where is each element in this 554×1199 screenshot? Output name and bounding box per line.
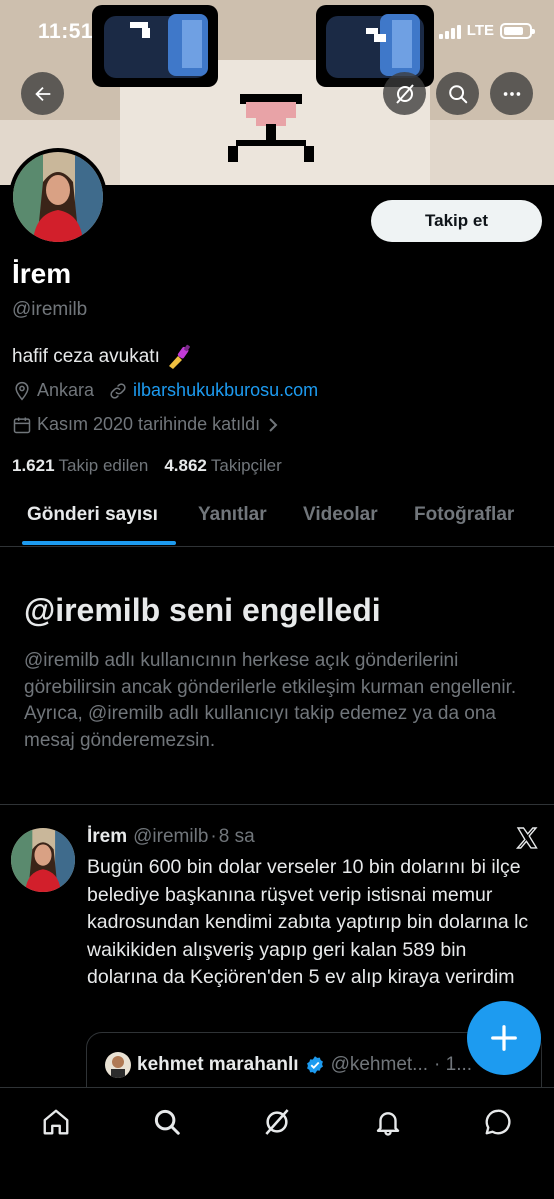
tab-posts[interactable]: Gönderi sayısı xyxy=(27,504,158,526)
nav-home[interactable] xyxy=(40,1106,72,1138)
website-link[interactable]: ilbarshukukburosu.com xyxy=(133,380,318,401)
compose-button[interactable] xyxy=(467,1001,541,1075)
avatar xyxy=(13,152,103,242)
nav-notifications[interactable] xyxy=(372,1106,404,1138)
messages-icon xyxy=(485,1109,511,1135)
following-count: 1.621 xyxy=(12,456,55,475)
tweet-separator: · xyxy=(210,826,217,847)
search-button[interactable] xyxy=(436,72,479,115)
status-time: 11:51 xyxy=(38,20,94,43)
active-tab-indicator xyxy=(22,541,176,545)
tab-photos[interactable]: Fotoğraflar xyxy=(414,504,514,526)
grok-button[interactable] xyxy=(383,72,426,115)
verified-badge-icon xyxy=(306,1056,323,1074)
grok-icon xyxy=(395,83,414,104)
followers-stat[interactable]: 4.862 Takipçiler xyxy=(164,456,281,476)
joined-row[interactable]: Kasım 2020 tarihinde katıldı xyxy=(12,414,285,435)
nav-search[interactable] xyxy=(151,1106,183,1138)
divider xyxy=(0,804,554,805)
nav-grok[interactable] xyxy=(261,1106,293,1138)
grok-icon xyxy=(265,1109,289,1135)
joined-text: Kasım 2020 tarihinde katıldı xyxy=(37,414,261,434)
tweet-time[interactable]: 8 sa xyxy=(219,826,255,848)
more-dots-icon xyxy=(503,91,520,96)
search-icon xyxy=(448,84,467,103)
profile-handle: @iremilb xyxy=(12,299,88,320)
search-icon xyxy=(154,1109,180,1135)
display-name: İrem xyxy=(12,258,72,289)
quoted-avatar xyxy=(105,1052,131,1078)
location-website-row: Ankara ilbarshukukburosu.com xyxy=(12,380,318,401)
chevron-right-icon xyxy=(266,416,280,434)
calendar-icon xyxy=(12,415,32,435)
bottom-navigation xyxy=(0,1087,554,1199)
tweet-text: Bugün 600 bin dolar verseler 10 bin dola… xyxy=(87,856,529,989)
followers-label: Takipçiler xyxy=(210,456,282,475)
followers-count: 4.862 xyxy=(164,456,207,475)
location-text: Ankara xyxy=(37,380,95,400)
tweet-avatar[interactable] xyxy=(11,828,75,892)
tweet-author-name[interactable]: İrem xyxy=(87,826,127,848)
tweet-author-handle[interactable]: @iremilb xyxy=(133,826,208,848)
quoted-author-handle: @kehmet... xyxy=(330,1054,429,1075)
network-label: LTE xyxy=(466,22,494,39)
profile-bio: hafif ceza avukatı xyxy=(12,344,192,370)
tweet-header: İrem @iremilb · 8 sa xyxy=(87,826,255,848)
home-icon xyxy=(43,1109,69,1135)
x-logo-icon xyxy=(515,826,539,855)
signal-icon xyxy=(438,23,461,39)
back-button[interactable] xyxy=(21,72,64,115)
arrow-left-icon xyxy=(34,86,50,101)
quoted-tweet-time: · 1... xyxy=(434,1054,473,1075)
following-label: Takip edilen xyxy=(58,456,149,475)
profile-avatar-frame[interactable] xyxy=(9,148,107,246)
location-icon xyxy=(12,381,32,401)
nav-messages[interactable] xyxy=(482,1106,514,1138)
profile-tabs: Gönderi sayısı Yanıtlar Videolar Fotoğra… xyxy=(0,490,554,547)
nail-polish-emoji xyxy=(168,344,190,369)
quoted-author-name: kehmet marahanlı xyxy=(137,1054,299,1075)
blocked-title: @iremilb seni engelledi xyxy=(24,592,381,628)
follow-stats: 1.621 Takip edilen 4.862 Takipçiler xyxy=(12,456,282,476)
notifications-icon xyxy=(376,1112,400,1136)
battery-icon xyxy=(500,22,535,39)
banner-left-eye xyxy=(92,5,218,87)
status-indicators: LTE xyxy=(438,22,535,39)
bio-text: hafif ceza avukatı xyxy=(12,346,160,367)
more-button[interactable] xyxy=(490,72,533,115)
link-icon xyxy=(108,381,128,401)
tab-replies[interactable]: Yanıtlar xyxy=(198,504,267,526)
blocked-description: @iremilb adlı kullanıcının herkese açık … xyxy=(24,650,517,751)
tab-videos[interactable]: Videolar xyxy=(303,504,378,526)
quoted-tweet-header: kehmet marahanlı @kehmet... · 1... xyxy=(105,1052,472,1078)
follow-button[interactable]: Takip et xyxy=(371,200,542,242)
following-stat[interactable]: 1.621 Takip edilen xyxy=(12,456,148,476)
plus-icon xyxy=(491,1025,517,1051)
